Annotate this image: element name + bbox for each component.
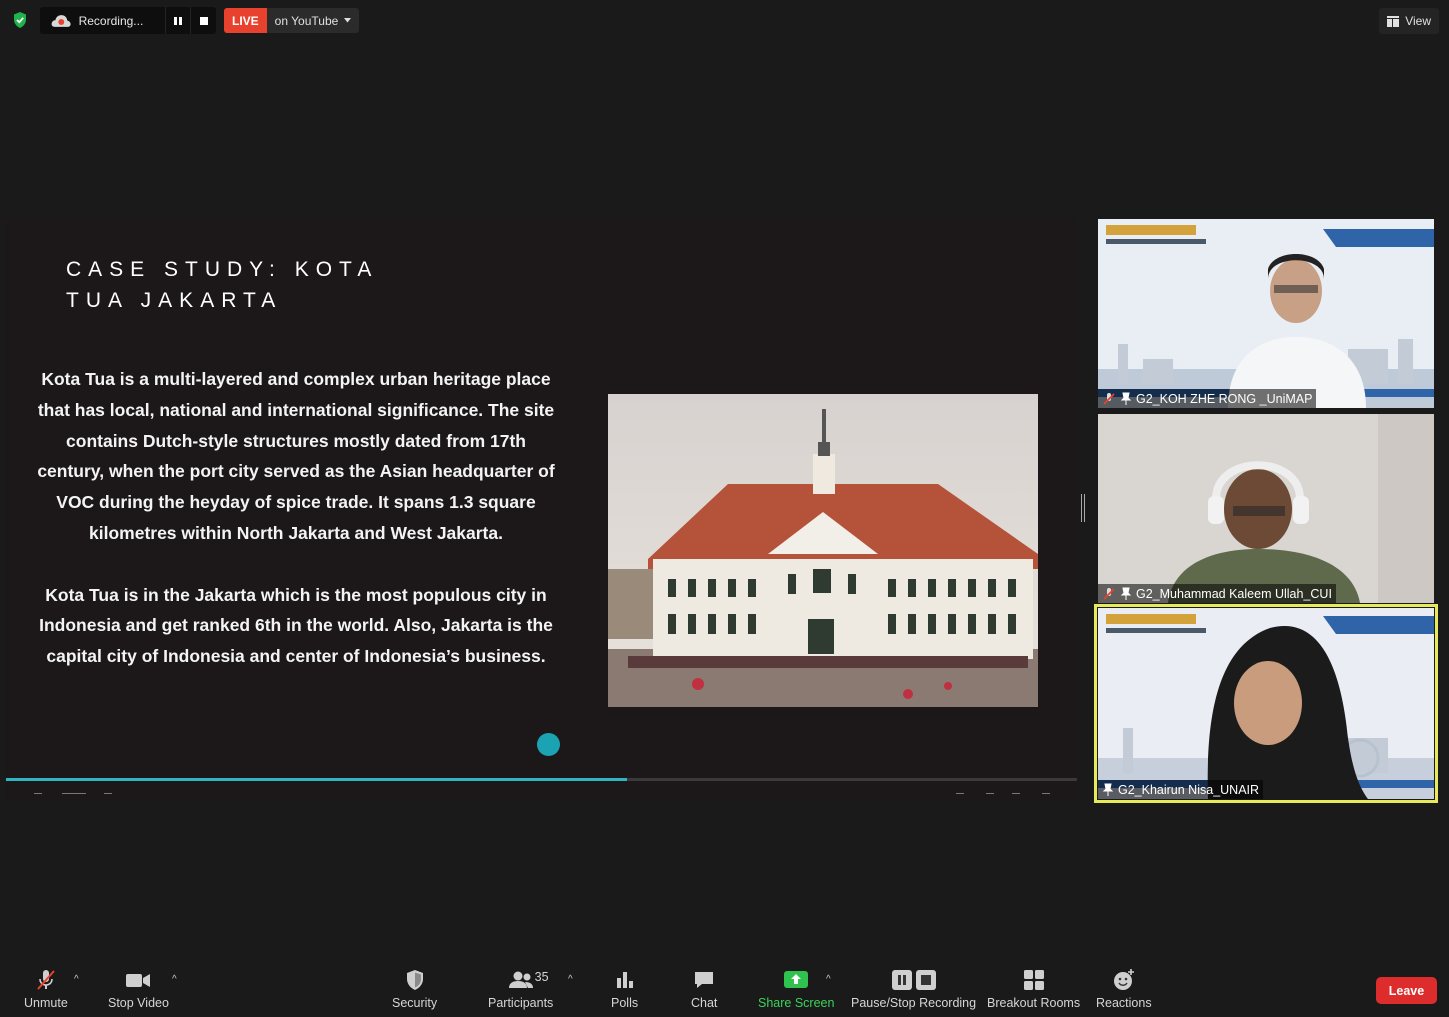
slide-body-text: Kota Tua is a multi-layered and complex …: [36, 364, 556, 703]
participant-name-label: G2_Muhammad Kaleem Ullah_CUI: [1098, 584, 1336, 603]
participant-video: [1098, 219, 1434, 408]
stop-recording-button[interactable]: [190, 7, 216, 34]
kota-tua-building-photo: [608, 394, 1038, 707]
shared-screen-slide: CASE STUDY: KOTA TUA JAKARTA Kota Tua is…: [6, 218, 1077, 800]
slide-paragraph-1: Kota Tua is a multi-layered and complex …: [37, 369, 555, 543]
prev-slide-icon[interactable]: [34, 793, 42, 797]
code-icon[interactable]: [956, 793, 964, 797]
share-screen-arrow-icon: [783, 968, 809, 992]
pause-icon: [174, 16, 183, 25]
share-options-caret-icon[interactable]: ^: [826, 974, 831, 985]
live-destination: on YouTube: [266, 8, 360, 33]
video-tile-active-speaker[interactable]: G2_Khairun Nisa_UNAIR: [1094, 604, 1438, 803]
live-badge: LIVE: [224, 8, 267, 33]
slide-title: CASE STUDY: KOTA TUA JAKARTA: [66, 254, 378, 316]
muted-mic-icon: [1103, 392, 1115, 405]
participant-video: [1098, 608, 1434, 799]
participants-button[interactable]: 35 Participants: [488, 968, 553, 1010]
reactions-label: Reactions: [1096, 996, 1152, 1010]
audio-options-caret-icon[interactable]: ^: [74, 974, 79, 985]
pause-stop-recording-label: Pause/Stop Recording: [851, 996, 977, 1010]
participants-icon: 35: [507, 968, 549, 992]
recording-status: Recording...: [40, 7, 216, 34]
participant-video: [1098, 414, 1434, 603]
spotlight-pin-icon: [1120, 587, 1132, 600]
panel-resize-handle[interactable]: [1081, 494, 1085, 522]
unmute-label: Unmute: [24, 996, 68, 1010]
live-stream-status[interactable]: LIVE on YouTube: [224, 8, 360, 33]
fullscreen-icon[interactable]: [1042, 793, 1050, 797]
view-button[interactable]: View: [1379, 8, 1439, 34]
caret-down-icon: [344, 18, 352, 23]
breakout-rooms-label: Breakout Rooms: [987, 996, 1081, 1010]
participant-name: G2_Muhammad Kaleem Ullah_CUI: [1136, 586, 1332, 601]
unmute-button[interactable]: Unmute: [24, 968, 68, 1010]
participants-label: Participants: [488, 996, 554, 1010]
chat-button[interactable]: Chat: [691, 968, 717, 1010]
polls-label: Polls: [611, 996, 639, 1010]
grid-view-icon: [1387, 15, 1400, 27]
chat-label: Chat: [691, 996, 718, 1010]
slide-title-line-1: CASE STUDY: KOTA: [66, 258, 379, 281]
stop-icon: [199, 16, 208, 25]
slide-paragraph-2: Kota Tua is in the Jakarta which is the …: [39, 584, 553, 667]
breakout-rooms-grid-icon: [1022, 968, 1046, 992]
polls-button[interactable]: Polls: [611, 968, 638, 1010]
security-label: Security: [392, 996, 438, 1010]
video-options-caret-icon[interactable]: ^: [172, 974, 177, 985]
video-tile-participant[interactable]: G2_Muhammad Kaleem Ullah_CUI: [1098, 414, 1434, 603]
muted-mic-icon: [1103, 587, 1115, 600]
video-tile-presenter[interactable]: G2_KOH ZHE RONG _UniMAP: [1098, 219, 1434, 408]
stop-video-button[interactable]: Stop Video: [108, 968, 169, 1010]
grid-icon[interactable]: [1012, 793, 1020, 797]
leave-meeting-button[interactable]: Leave: [1376, 977, 1437, 1004]
encryption-shield-icon[interactable]: [10, 10, 30, 30]
next-slide-icon[interactable]: [104, 793, 112, 797]
stop-video-label: Stop Video: [108, 996, 169, 1010]
security-shield-icon: [404, 968, 426, 992]
meeting-top-bar: Recording... LIVE on YouTube View: [0, 0, 1449, 42]
spotlight-pin-icon: [1120, 392, 1132, 405]
muted-mic-icon: [34, 968, 58, 992]
cloud-recording-icon: [51, 14, 71, 27]
live-destination-label: on YouTube: [274, 13, 339, 28]
slide-counter-icon: [62, 793, 86, 797]
slide-controls: [6, 781, 1077, 800]
notes-icon[interactable]: [986, 793, 994, 797]
participant-name-label: G2_KOH ZHE RONG _UniMAP: [1098, 389, 1317, 408]
breakout-rooms-button[interactable]: Breakout Rooms: [987, 968, 1080, 1010]
participants-count: 35: [534, 970, 549, 984]
participant-name-label: G2_Khairun Nisa_UNAIR: [1098, 780, 1264, 799]
pause-stop-recording-icon: [890, 968, 938, 992]
chat-bubble-icon: [692, 968, 716, 992]
share-screen-label: Share Screen: [758, 996, 835, 1010]
pointer-highlight-icon: [537, 733, 560, 756]
pause-stop-recording-button[interactable]: Pause/Stop Recording: [851, 968, 976, 1010]
recording-label: Recording...: [78, 13, 144, 28]
participant-name: G2_KOH ZHE RONG _UniMAP: [1136, 391, 1313, 406]
pause-recording-button[interactable]: [164, 7, 191, 34]
reactions-button[interactable]: Reactions: [1096, 968, 1152, 1010]
spotlight-pin-icon: [1102, 783, 1114, 796]
security-button[interactable]: Security: [392, 968, 437, 1010]
participant-name: G2_Khairun Nisa_UNAIR: [1118, 782, 1260, 797]
slide-title-line-2: TUA JAKARTA: [66, 289, 283, 312]
participants-options-caret-icon[interactable]: ^: [568, 974, 573, 985]
video-camera-icon: [125, 968, 151, 992]
polls-bar-chart-icon: [614, 968, 636, 992]
share-screen-button[interactable]: Share Screen: [758, 968, 834, 1010]
reactions-smiley-icon: [1112, 968, 1136, 992]
meeting-toolbar: Unmute ^ Stop Video ^ Security 35 Partic…: [0, 960, 1449, 1017]
view-label: View: [1405, 14, 1431, 28]
